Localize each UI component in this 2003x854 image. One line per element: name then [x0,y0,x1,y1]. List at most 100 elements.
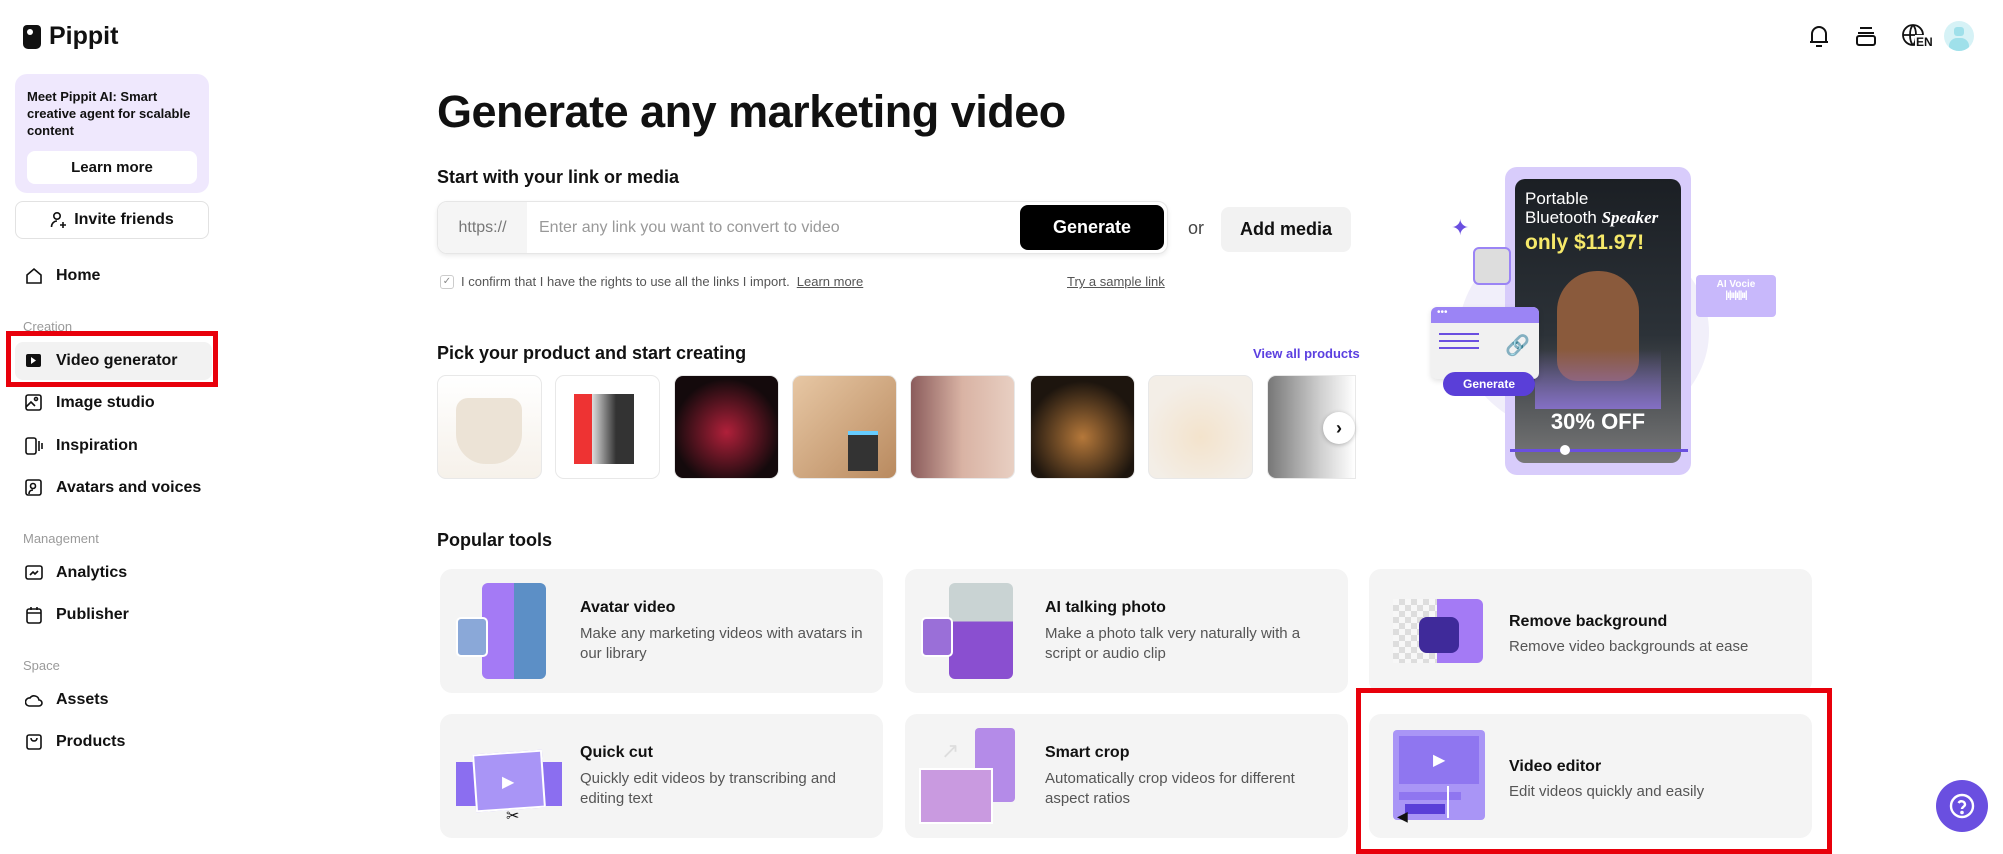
product-thumb-box[interactable] [555,375,660,479]
video-generator-icon [24,351,44,371]
pippit-logo-icon [23,24,41,49]
inspiration-icon [24,436,44,456]
promo-text: Meet Pippit AI: Smart creative agent for… [27,89,191,138]
section-management: Management [23,531,99,546]
chevron-right-icon: › [1336,417,1342,438]
next-products-button[interactable]: › [1323,412,1355,444]
ai-voice-badge: AI Vocie |ı|ıı|ı||ıı| [1696,275,1776,317]
tool-title: Quick cut [580,744,653,761]
learn-more-link[interactable]: Learn more [797,274,863,289]
calendar-icon [24,605,44,625]
sidebar-label: Analytics [56,564,128,581]
image-icon [24,393,44,413]
brand-name: Pippit [49,22,119,50]
tool-desc: Make any marketing videos with avatars i… [580,625,863,662]
smart-crop-thumbnail: ↗ [919,728,1029,824]
confirm-text: I confirm that I have the rights to use … [461,274,790,289]
sidebar-label: Inspiration [56,437,138,454]
hero-illustration: Portable Bluetooth Speaker only $11.97! 3… [1419,167,1776,477]
generate-button[interactable]: Generate [1020,205,1164,250]
rights-confirmation: ✓ I confirm that I have the rights to us… [440,274,863,289]
sidebar-item-analytics[interactable]: Analytics [15,554,212,592]
logo[interactable]: Pippit [23,22,118,51]
remove-background-thumbnail [1383,583,1493,679]
sidebar-item-avatars-and-voices[interactable]: Avatars and voices [15,469,212,507]
language-label: EN [1915,35,1934,49]
try-sample-link[interactable]: Try a sample link [1067,274,1165,289]
product-thumb-handbag[interactable] [437,375,542,479]
section-space: Space [23,658,60,673]
hero-generate-pill: Generate [1443,372,1535,396]
product-thumb-flowers[interactable] [1148,375,1253,479]
popular-tools-heading: Popular tools [437,530,553,550]
sidebar-item-image-studio[interactable]: Image studio [15,384,212,422]
avatar-icon [24,478,44,498]
sidebar-label: Products [56,733,126,750]
cloud-icon [24,690,44,710]
hero-discount: 30% OFF [1550,409,1646,434]
checkbox[interactable]: ✓ [440,274,454,289]
sidebar-item-publisher[interactable]: Publisher [15,596,212,634]
sidebar-item-inspiration[interactable]: Inspiration [15,427,212,465]
quick-cut-thumbnail: ▶ ✂ [454,728,564,825]
bell-icon[interactable] [1808,24,1830,53]
link-input-box: https:// Generate [437,201,1168,254]
link-icon: 🔗 [1505,335,1530,357]
product-box-icon [24,732,44,752]
link-heading: Start with your link or media [437,167,680,187]
sidebar-item-products[interactable]: Products [15,723,212,761]
invite-friends-button[interactable]: Invite friends [15,201,209,239]
sidebar-label: Assets [56,691,109,708]
sidebar-item-video-generator[interactable]: Video generator [15,342,212,380]
invite-label: Invite friends [74,211,174,228]
home-icon [24,266,44,286]
headphones-thumb [1473,247,1511,285]
sidebar-item-home[interactable]: Home [15,257,212,295]
tool-card-ai-talking-photo[interactable]: AI talking photo Make a photo talk very … [905,569,1348,693]
tool-card-quick-cut[interactable]: ▶ ✂ Quick cut Quickly edit videos by tran… [440,714,883,838]
tool-desc: Remove video backgrounds at ease [1509,638,1749,655]
help-button[interactable] [1936,780,1988,832]
product-thumb-makeup[interactable] [910,375,1015,479]
tool-card-smart-crop[interactable]: ↗ Smart crop Automatically crop videos f… [905,714,1348,838]
sparkle-icon: ✦ [1451,215,1470,240]
product-thumb-vase[interactable] [674,375,779,479]
highlight-box [1356,688,1832,854]
view-all-products-link[interactable]: View all products [1253,346,1360,361]
tool-desc: Make a photo talk very naturally with a … [1045,625,1301,662]
link-input[interactable] [527,218,1020,237]
or-label: or [1188,218,1205,238]
sidebar-item-assets[interactable]: Assets [15,681,212,719]
tool-card-avatar-video[interactable]: Avatar video Make any marketing videos w… [440,569,883,693]
hero-headline: Portable Bluetooth Speaker [1525,189,1659,227]
ai-talking-photo-thumbnail [919,583,1029,679]
product-thumb-speaker[interactable] [792,375,897,479]
tool-desc: Automatically crop videos for different … [1045,770,1295,807]
url-prefix: https:// [438,202,527,253]
scissors-icon: ✂ [506,808,520,825]
page-title: Generate any marketing video [437,86,1066,137]
language-selector[interactable]: EN [1901,23,1935,51]
sidebar-label: Video generator [56,352,178,369]
tool-title: AI talking photo [1045,599,1166,616]
avatar-video-thumbnail [454,583,564,679]
sidebar-label: Publisher [56,606,129,623]
analytics-icon [24,563,44,583]
tool-title: Avatar video [580,599,676,616]
add-media-button[interactable]: Add media [1221,207,1351,252]
sidebar-label: Image studio [56,394,155,411]
products-heading: Pick your product and start creating [437,343,747,363]
help-icon [1949,793,1975,819]
sidebar-label: Home [56,267,101,284]
tool-card-remove-background[interactable]: Remove background Remove video backgroun… [1369,569,1812,693]
tool-desc: Quickly edit videos by transcribing and … [580,770,836,807]
tool-title: Smart crop [1045,744,1130,761]
sidebar-label: Avatars and voices [56,479,202,496]
avatar[interactable] [1944,21,1974,51]
add-user-icon [50,211,67,228]
product-thumb-candle[interactable] [1030,375,1135,479]
tool-title: Remove background [1509,613,1668,630]
credits-icon[interactable] [1855,25,1877,52]
learn-more-button[interactable]: Learn more [27,151,197,184]
hero-price: only $11.97! [1525,231,1645,254]
